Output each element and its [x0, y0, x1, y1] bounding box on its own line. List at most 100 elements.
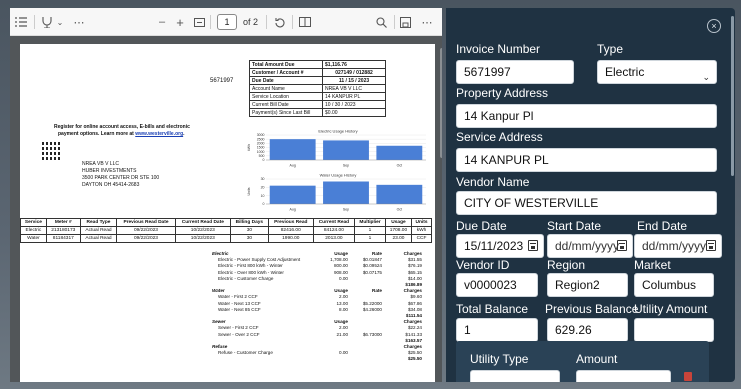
end-date-input[interactable]: dd/mm/yyyy: [634, 234, 722, 258]
contents-icon[interactable]: [14, 14, 28, 30]
service-header: Current Read: [312, 218, 356, 227]
market-input[interactable]: Columbus: [634, 273, 714, 297]
register-text-1: Register for online account access, E-bi…: [54, 124, 190, 130]
utility-type-input[interactable]: [470, 370, 560, 382]
more-icon[interactable]: ⋯: [72, 14, 86, 30]
bill-page: 5671997 Total Amount Due $1,116.76 Custome…: [20, 44, 435, 382]
start-date-input[interactable]: dd/mm/yyyy: [547, 234, 633, 258]
vendor-id-input[interactable]: v0000023: [456, 273, 538, 297]
y-tick-label: 20: [261, 186, 265, 190]
highlight-icon[interactable]: [40, 14, 54, 30]
zoom-in-button[interactable]: +: [174, 14, 186, 30]
chevron-down-icon[interactable]: ⌄: [56, 14, 64, 30]
summary-label: Current Bill Date: [249, 100, 323, 109]
end-date-label: End Date: [637, 219, 688, 233]
type-label: Type: [597, 42, 624, 56]
service-header: Service: [20, 218, 47, 227]
vendor-name-label: Vendor Name: [456, 175, 530, 189]
charges-table: Electric Usage Rate Charges Electric - Power…: [210, 251, 424, 362]
mailing-address: NREA VB V LLC HUBER INVESTMENTS 3500 PAR…: [82, 161, 159, 189]
save-icon[interactable]: [398, 14, 412, 30]
service-cell: 213180173: [45, 226, 81, 235]
vendor-id-label: Vendor ID: [456, 258, 510, 272]
summary-label: Service Location: [249, 92, 323, 101]
summary-value: 10 / 30 / 2023: [322, 100, 386, 109]
y-tick-label: 30: [261, 177, 265, 181]
close-button[interactable]: ×: [707, 19, 721, 33]
panel-scrollbar[interactable]: [731, 16, 734, 176]
x-tick-label: Sep: [343, 208, 349, 212]
x-tick-label: Aug: [290, 164, 296, 168]
summary-row: Payment(s) Since Last Bill $0.00: [249, 108, 386, 117]
summary-row: Due Date 11 / 15 / 2023: [249, 76, 386, 85]
due-date-input[interactable]: 15/11/2023: [456, 234, 544, 258]
previous-balance-input[interactable]: 629.26: [547, 318, 628, 342]
calendar-icon[interactable]: [706, 240, 716, 251]
trash-icon[interactable]: [684, 372, 692, 381]
service-header: Previous Read Date: [116, 218, 176, 227]
summary-label: Customer / Account #: [249, 68, 323, 77]
x-tick-label: Oct: [397, 208, 402, 212]
page-number-input[interactable]: 1: [217, 14, 237, 30]
bill-summary-table: Total Amount Due $1,116.76 Customer / Acco…: [249, 60, 386, 117]
charge-rate: [350, 356, 384, 362]
invoice-number-input[interactable]: 5671997: [456, 60, 574, 84]
charge-usage: [322, 356, 350, 362]
service-cell: 23.00: [384, 234, 413, 243]
summary-label: Account Name: [249, 84, 323, 93]
vendor-name-input[interactable]: CITY OF WESTERVILLE: [456, 191, 717, 215]
service-cell: 84124.00: [312, 226, 356, 235]
service-cell: 1708.00: [384, 226, 413, 235]
service-cell: Electric: [20, 226, 47, 235]
summary-value: NREA VB V LLC: [322, 84, 386, 93]
type-select[interactable]: Electric ⌄: [597, 60, 717, 84]
service-address-input[interactable]: 14 KANPUR PL: [456, 148, 717, 172]
service-header: Read Type: [79, 218, 118, 227]
market-label: Market: [634, 258, 671, 272]
chart-title: Water Usage History: [320, 173, 357, 178]
service-cell: 10/22/2023: [174, 226, 231, 235]
calendar-icon[interactable]: [528, 240, 538, 251]
search-icon[interactable]: [374, 14, 388, 30]
zoom-out-button[interactable]: –: [156, 14, 168, 30]
summary-row: Service Location 14 KANPUR PL: [249, 92, 386, 101]
two-page-icon[interactable]: [298, 14, 312, 30]
x-tick-label: Oct: [397, 164, 402, 168]
previous-balance-label: Previous Balance: [545, 302, 639, 316]
bar-sep: [323, 140, 369, 160]
charge-row: $25.50: [210, 356, 424, 362]
service-cell: Actual Read: [79, 234, 118, 243]
service-cell: 30: [229, 226, 269, 235]
calendar-icon[interactable]: [617, 240, 627, 251]
service-cell: kWh: [411, 226, 432, 235]
service-cell: 10/22/2023: [174, 234, 231, 243]
summary-label: Due Date: [249, 76, 323, 85]
rotate-icon[interactable]: [272, 14, 286, 30]
register-text-2: payment options. Learn more at www.weste…: [58, 131, 185, 137]
summary-value: $1,116.76: [322, 60, 386, 69]
y-tick-label: 10: [261, 194, 265, 198]
more-options-icon[interactable]: ⋯: [420, 14, 434, 30]
website-link[interactable]: www.westerville.org: [135, 131, 183, 137]
service-cell: 1: [354, 234, 386, 243]
summary-value: 11 / 15 / 2023: [322, 76, 386, 85]
bar-oct: [376, 184, 423, 204]
bar-oct: [376, 145, 423, 160]
amount-input[interactable]: [576, 370, 671, 382]
pdf-scrollbar[interactable]: [440, 48, 442, 158]
service-header: Previous Read: [267, 218, 314, 227]
summary-row: Account Name NREA VB V LLC: [249, 84, 386, 93]
summary-value: 14 KANPUR PL: [322, 92, 386, 101]
service-header: Multiplier: [354, 218, 386, 227]
service-cell: 09/22/2023: [116, 226, 176, 235]
property-address-input[interactable]: 14 Kanpur Pl: [456, 104, 717, 128]
utility-amount-input[interactable]: [634, 318, 714, 342]
fit-page-icon[interactable]: [192, 14, 206, 30]
table-row: Water 81184317 Actual Read 09/22/2023 10/22/…: [20, 234, 432, 243]
region-input[interactable]: Region2: [547, 273, 628, 297]
summary-row: Customer / Account #027149 / 012882: [249, 68, 386, 77]
utility-amount-label: Utility Amount: [634, 302, 708, 316]
total-balance-input[interactable]: 1: [456, 318, 538, 342]
service-cell: 1: [354, 226, 386, 235]
x-tick-label: Sep: [343, 164, 349, 168]
